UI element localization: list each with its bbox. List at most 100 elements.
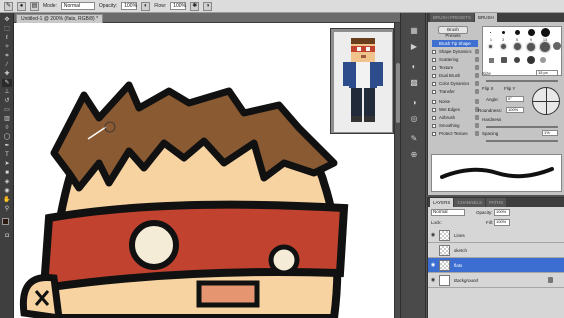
layer-row-flats[interactable]: ◉ flats xyxy=(428,258,564,273)
mode-dropdown[interactable]: Normal xyxy=(60,2,95,10)
pressure-size-icon[interactable]: ◑ xyxy=(203,1,213,11)
brush-tip[interactable] xyxy=(553,42,561,50)
eye-icon[interactable]: ◉ xyxy=(430,277,436,283)
option-wet-edges[interactable]: Wet Edges xyxy=(432,106,479,113)
spacing-checkbox[interactable]: Spacing xyxy=(482,131,498,136)
tab-channels[interactable]: CHANNELS xyxy=(454,198,485,207)
path-select-icon[interactable]: ➤ xyxy=(2,160,12,168)
lock-icon[interactable] xyxy=(475,89,479,94)
brush-tip[interactable] xyxy=(540,42,550,52)
lock-icon[interactable] xyxy=(475,49,479,54)
brush-tip[interactable] xyxy=(515,30,520,35)
eraser-icon[interactable]: ▭ xyxy=(2,106,12,114)
pen-icon[interactable]: ✒ xyxy=(2,142,12,150)
option-color-dynamics[interactable]: Color Dynamics xyxy=(432,80,479,87)
brush-tip[interactable] xyxy=(540,57,546,63)
heal-icon[interactable]: ✚ xyxy=(2,70,12,78)
layer-name[interactable]: sketch xyxy=(454,248,467,253)
checkbox[interactable] xyxy=(432,123,436,128)
tab-brush-presets[interactable]: BRUSH PRESETS xyxy=(430,13,475,22)
zoom-icon[interactable]: ⚲ xyxy=(2,205,12,213)
brush-tip[interactable] xyxy=(528,29,535,36)
layer-name[interactable]: Background xyxy=(454,278,478,283)
layer-opacity-field[interactable]: 100% xyxy=(494,209,510,216)
checkbox[interactable] xyxy=(432,81,436,86)
actions-icon[interactable]: ▶ xyxy=(407,41,421,53)
angle-roundness-dial[interactable] xyxy=(532,87,560,115)
lock-icon[interactable] xyxy=(475,81,479,86)
roundness-field[interactable]: 100% xyxy=(506,107,524,113)
brush-tip[interactable] xyxy=(527,43,535,51)
blend-mode-dropdown[interactable]: Normal xyxy=(431,209,465,216)
lock-icon[interactable] xyxy=(475,123,479,128)
option-airbrush[interactable]: Airbrush xyxy=(432,114,479,121)
foreground-color-swatch[interactable] xyxy=(2,218,9,225)
angle-field[interactable]: 0° xyxy=(506,96,524,102)
checkbox[interactable] xyxy=(432,115,436,120)
flow-field[interactable]: 100% xyxy=(170,2,187,10)
layer-name[interactable]: Lines xyxy=(454,233,465,238)
pressure-opacity-icon[interactable]: ◐ xyxy=(141,1,151,11)
layer-name[interactable]: flats xyxy=(454,263,462,268)
brush-icon[interactable]: ✎ xyxy=(2,79,12,87)
spacing-field[interactable]: 1% xyxy=(542,130,558,136)
stamp-icon[interactable]: ⊥ xyxy=(2,88,12,96)
lock-icon[interactable] xyxy=(475,131,479,136)
spacing-slider[interactable] xyxy=(486,140,558,142)
hardness-slider[interactable] xyxy=(486,126,558,128)
brush-presets-button[interactable]: Brush Presets xyxy=(438,26,468,38)
layer-row-sketch[interactable]: sketch xyxy=(428,243,564,258)
option-protect-texture[interactable]: Protect Texture xyxy=(432,130,479,137)
tab-layers[interactable]: LAYERS xyxy=(430,198,454,207)
checkbox[interactable] xyxy=(432,131,436,136)
checkbox[interactable] xyxy=(432,57,436,62)
lock-icon[interactable] xyxy=(475,57,479,62)
quick-mask-icon[interactable]: ◘ xyxy=(2,232,12,240)
option-transfer[interactable]: Transfer xyxy=(432,88,479,95)
lock-icon[interactable] xyxy=(475,73,479,78)
brush-tip[interactable] xyxy=(501,57,507,63)
size-field[interactable]: 15 px xyxy=(536,70,558,76)
brush-tip[interactable] xyxy=(490,32,491,33)
checkbox[interactable] xyxy=(432,49,436,54)
shape-icon[interactable]: ■ xyxy=(2,169,12,177)
eye-icon[interactable] xyxy=(430,247,436,253)
type-icon[interactable]: T xyxy=(2,151,12,159)
brush-tip[interactable] xyxy=(489,58,494,63)
gradient-icon[interactable]: ▥ xyxy=(2,115,12,123)
adjustments-icon[interactable]: ◑ xyxy=(407,97,421,109)
blur-icon[interactable]: ◊ xyxy=(2,124,12,132)
marquee-icon[interactable]: ⬚ xyxy=(2,25,12,33)
fill-field[interactable]: 100% xyxy=(494,219,510,226)
airbrush-icon[interactable]: ✱ xyxy=(190,1,200,11)
checkbox[interactable] xyxy=(432,73,436,78)
option-smoothing[interactable]: Smoothing xyxy=(432,122,479,129)
eye-icon[interactable]: ◉ xyxy=(430,262,436,268)
option-brush-tip-shape[interactable]: Brush Tip Shape xyxy=(432,40,478,47)
3d-camera-icon[interactable]: ◉ xyxy=(2,187,12,195)
document-tab[interactable]: Untitled-1 @ 200% (flats, RGB/8) * xyxy=(16,14,104,23)
brush-preset-picker-icon[interactable]: ● xyxy=(17,1,26,11)
lock-icon[interactable] xyxy=(475,99,479,104)
brush-tip[interactable] xyxy=(502,31,505,34)
masks-icon[interactable]: ◎ xyxy=(407,113,421,125)
dodge-icon[interactable]: ◯ xyxy=(2,133,12,141)
history-icon[interactable]: ▦ xyxy=(407,25,421,37)
hand-icon[interactable]: ✋ xyxy=(2,196,12,204)
clone-source-icon[interactable]: ⊕ xyxy=(407,149,421,161)
brush-tip[interactable] xyxy=(514,43,521,50)
brush-tip[interactable] xyxy=(501,44,506,49)
brush-tip[interactable] xyxy=(527,56,535,64)
flip-y-checkbox[interactable]: Flip Y xyxy=(504,86,515,91)
3d-rotate-icon[interactable]: ◈ xyxy=(2,178,12,186)
crop-icon[interactable]: ⌗ xyxy=(2,52,12,60)
size-slider[interactable] xyxy=(486,80,558,82)
brush-tip-grid[interactable]: 1 3 5 9 13 xyxy=(482,26,562,76)
wand-icon[interactable]: ✧ xyxy=(2,43,12,51)
option-scattering[interactable]: Scattering xyxy=(432,56,479,63)
tab-paths[interactable]: PATHS xyxy=(485,198,507,207)
brush-panel-icon[interactable]: ✎ xyxy=(407,133,421,145)
color-icon[interactable]: ◐ xyxy=(407,61,421,73)
option-dual-brush[interactable]: Dual Brush xyxy=(432,72,479,79)
brush-tip[interactable] xyxy=(489,45,492,48)
